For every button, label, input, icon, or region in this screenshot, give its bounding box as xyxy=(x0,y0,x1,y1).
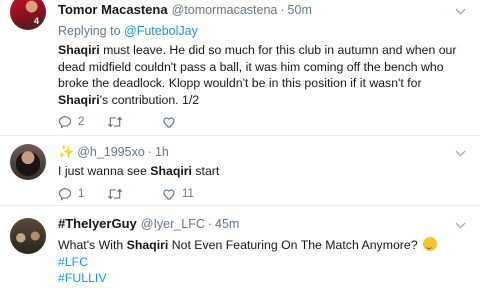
tweet-text-segment: What's With xyxy=(58,238,127,252)
retweet-icon xyxy=(107,116,123,128)
user-handle[interactable]: @h_1995xo xyxy=(77,144,145,160)
tweet-text: I just wanna see Shaqiri start xyxy=(58,163,470,180)
tweet[interactable]: ✨ @h_1995xo · 1h I just wanna see Shaqir… xyxy=(0,136,480,206)
keyword: Shaqiri xyxy=(150,164,192,178)
reply-icon xyxy=(58,116,72,129)
like-button[interactable]: 11 xyxy=(162,187,194,201)
tweet-text: Shaqiri must leave. He did so much for t… xyxy=(58,42,470,108)
hashtag-link[interactable]: #LFC xyxy=(58,255,88,269)
keyword: Shaqiri xyxy=(126,238,169,252)
separator-dot: · xyxy=(147,145,152,159)
replying-to: Replying to @FutebolJay xyxy=(58,24,470,38)
tweet-header: Tomor Macastena @tomormacastena · 50m xyxy=(58,2,470,18)
avatar[interactable]: 4 xyxy=(10,0,46,30)
keyword: Shaqiri xyxy=(58,43,100,57)
timestamp[interactable]: 1h xyxy=(155,144,169,160)
keyword: Shaqiri xyxy=(58,92,100,107)
retweet-button[interactable] xyxy=(106,115,162,129)
tweet[interactable]: 4 Tomor Macastena @tomormacastena · 50m … xyxy=(0,0,480,136)
replying-to-handle[interactable]: @FutebolJay xyxy=(124,24,198,38)
avatar[interactable] xyxy=(10,218,46,254)
separator-dot: · xyxy=(280,3,285,17)
user-handle[interactable]: @Iyer_LFC xyxy=(141,216,205,232)
replying-to-label: Replying to xyxy=(58,24,121,38)
tweet-header: ✨ @h_1995xo · 1h xyxy=(58,144,470,160)
display-name[interactable]: Tomor Macastena xyxy=(58,2,168,18)
tweet-text-segment: Not Even Featuring On The Match Anymore? xyxy=(168,238,421,252)
like-count: 11 xyxy=(182,188,194,200)
avatar[interactable] xyxy=(10,144,46,180)
tweet[interactable]: #TheIyerGuy @Iyer_LFC · 45m What's With … xyxy=(0,206,480,288)
avatar-shirt-number: 4 xyxy=(34,16,40,26)
display-name[interactable]: #TheIyerGuy xyxy=(58,216,137,232)
reply-button[interactable]: 2 xyxy=(58,115,106,129)
tweet-text-segment: must leave. He did so much for this club… xyxy=(58,43,457,90)
retweet-button[interactable] xyxy=(106,187,162,201)
tweet-text-segment: 's contribution. 1/2 xyxy=(99,92,200,107)
tweet-text: What's With Shaqiri Not Even Featuring O… xyxy=(58,235,470,287)
separator-dot: · xyxy=(207,217,213,231)
timestamp[interactable]: 45m xyxy=(215,216,239,232)
retweet-icon xyxy=(107,188,123,200)
like-button[interactable] xyxy=(162,115,182,129)
reply-button[interactable]: 1 xyxy=(58,187,106,201)
tweet-actions: 2 xyxy=(58,115,182,129)
timestamp[interactable]: 50m xyxy=(288,2,312,18)
tweet-header: #TheIyerGuy @Iyer_LFC · 45m xyxy=(58,216,470,232)
thinking-face-icon xyxy=(422,237,437,251)
heart-icon xyxy=(163,189,175,200)
tweet-actions: 1 11 xyxy=(58,187,194,201)
reply-count: 2 xyxy=(78,116,85,128)
reply-icon xyxy=(58,188,72,201)
reply-count: 1 xyxy=(78,188,85,200)
heart-icon xyxy=(163,117,175,128)
user-handle[interactable]: @tomormacastena xyxy=(172,2,278,18)
tweet-text-segment: start xyxy=(191,164,220,178)
sparkle-icon: ✨ xyxy=(58,144,75,159)
tweet-text-segment: I just wanna see xyxy=(58,164,151,178)
hashtag-link[interactable]: #FULLIV xyxy=(58,271,107,285)
